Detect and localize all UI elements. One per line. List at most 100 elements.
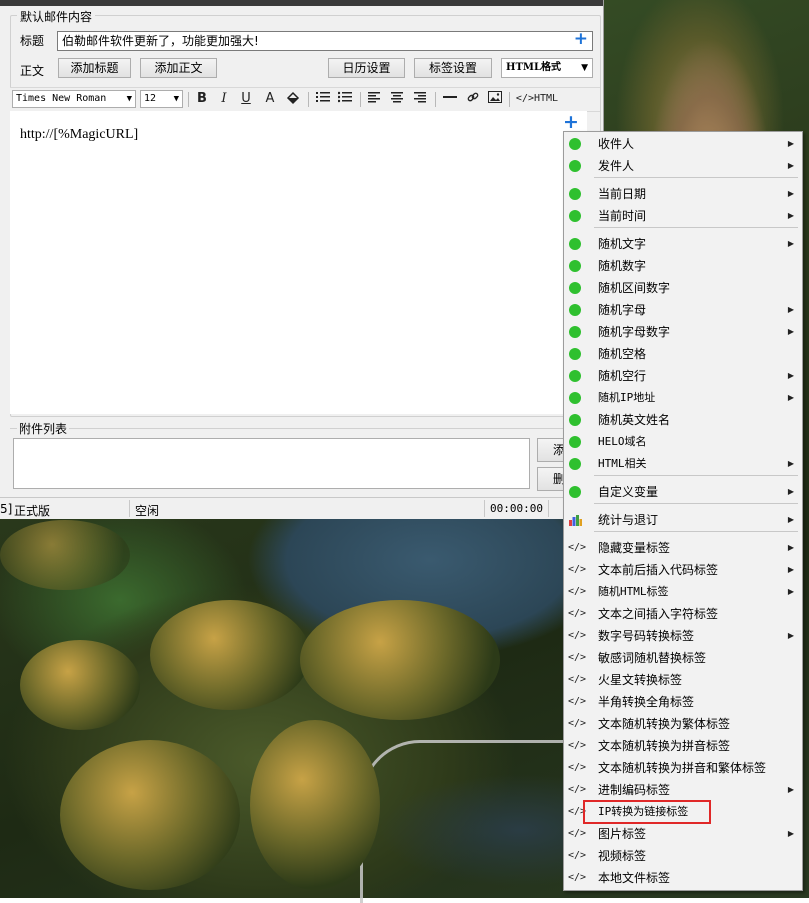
align-right-icon[interactable] [411,91,429,107]
menu-item[interactable]: HELO域名 [564,431,802,453]
menu-item[interactable]: </> 文本前后插入代码标签 ▶ [564,559,802,581]
menu-item[interactable]: 随机IP地址 ▶ [564,387,802,409]
menu-item[interactable]: 随机空行 ▶ [564,365,802,387]
menu-item-label: HELO域名 [598,435,647,448]
tag-settings-button[interactable]: 标签设置 [414,58,492,78]
subject-input[interactable]: 伯勒邮件软件更新了，功能更加强大! + [57,31,593,51]
submenu-arrow-icon: ▶ [787,565,794,574]
menu-item[interactable]: 随机字母 ▶ [564,299,802,321]
attachments-title: 附件列表 [17,420,70,437]
align-center-icon[interactable] [388,91,406,107]
attachments-list[interactable] [13,438,530,489]
status-fragment: 5] [0,502,13,516]
italic-button[interactable]: I [215,91,233,107]
unordered-list-icon[interactable] [336,91,354,107]
menu-item[interactable]: </> 数字号码转换标签 ▶ [564,625,802,647]
menu-item-label: 数字号码转换标签 [598,629,695,643]
calendar-settings-button[interactable]: 日历设置 [328,58,405,78]
menu-item[interactable]: 随机文字 ▶ [564,233,802,255]
body-editor[interactable]: http://[%MagicURL] + [10,111,587,414]
menu-item[interactable]: </> 半角转换全角标签 [564,691,802,713]
menu-item[interactable]: </> 文本随机转换为繁体标签 [564,713,802,735]
add-title-button[interactable]: 添加标题 [58,58,131,78]
menu-item-label: 敏感词随机替换标签 [598,651,707,665]
code-icon: </> [568,850,587,861]
menu-item[interactable]: </> 隐藏变量标签 ▶ [564,537,802,559]
menu-item[interactable]: 随机数字 [564,255,802,277]
status-divider [484,500,485,517]
menu-item[interactable]: 统计与退订 ▶ [564,509,802,531]
subject-label: 标题 [20,34,45,48]
code-icon: </> [568,828,587,839]
underline-button[interactable]: U [237,91,255,107]
menu-item[interactable]: 发件人 ▶ [564,155,802,177]
code-icon: </> [568,718,587,729]
menu-item[interactable]: HTML相关 ▶ [564,453,802,475]
menu-item[interactable]: 随机英文姓名 [564,409,802,431]
editor-toolbar: Times New Roman ▼ 12 ▼ B I U A </>HTML [10,87,600,112]
menu-item-label: 随机字母数字 [598,325,671,339]
menu-item-label: 当前时间 [598,209,647,223]
window-top-strip [0,0,603,6]
menu-item-label: 发件人 [598,159,635,173]
menu-item-label: 随机英文姓名 [598,413,671,427]
subject-add-variable-icon[interactable]: + [574,31,588,48]
menu-item[interactable]: </> 文本之间插入字符标签 [564,603,802,625]
menu-item-label: 随机空行 [598,369,647,383]
menu-item[interactable]: 随机空格 [564,343,802,365]
bold-button[interactable]: B [193,91,211,107]
menu-item[interactable]: </> 进制编码标签 ▶ [564,779,802,801]
format-select-value: HTML格式 [506,62,561,73]
submenu-arrow-icon: ▶ [787,393,794,402]
body-editor-text: http://[%MagicURL] [20,127,139,142]
menu-item[interactable]: 当前日期 ▶ [564,183,802,205]
submenu-arrow-icon: ▶ [787,305,794,314]
font-size-select[interactable]: 12 ▼ [140,90,183,108]
format-select[interactable]: HTML格式 ▼ [501,58,593,78]
menu-separator [594,227,798,228]
green-dot-icon [569,188,581,200]
green-dot-icon [569,210,581,222]
link-icon[interactable] [464,91,482,107]
menu-item-label: 随机数字 [598,259,647,273]
menu-item[interactable]: </> 敏感词随机替换标签 [564,647,802,669]
menu-item[interactable]: </> 文本随机转换为拼音标签 [564,735,802,757]
subject-value: 伯勒邮件软件更新了，功能更加强大! [62,34,259,48]
menu-item[interactable]: </> 随机HTML标签 ▶ [564,581,802,603]
mail-editor-window: 默认邮件内容 标题 伯勒邮件软件更新了，功能更加强大! + 正文 添加标题 添加… [0,0,604,519]
green-dot-icon [569,414,581,426]
fill-color-icon[interactable] [284,91,302,107]
toolbar-divider [188,92,189,107]
green-dot-icon [569,138,581,150]
html-source-toggle[interactable]: </>HTML [513,91,561,107]
menu-item[interactable]: 随机字母数字 ▶ [564,321,802,343]
code-icon: </> [568,586,587,597]
submenu-arrow-icon: ▶ [787,487,794,496]
menu-item-label: 随机HTML标签 [598,585,669,598]
menu-item[interactable]: </> 文本随机转换为拼音和繁体标签 [564,757,802,779]
menu-item[interactable]: </> 图片标签 ▶ [564,823,802,845]
menu-item[interactable]: </> 视频标签 [564,845,802,867]
status-edition: 正式版 [14,504,51,518]
menu-item[interactable]: </> 火星文转换标签 [564,669,802,691]
menu-item[interactable]: 自定义变量 ▶ [564,481,802,503]
green-dot-icon [569,458,581,470]
background-trees [150,600,310,710]
font-family-select[interactable]: Times New Roman ▼ [12,90,136,108]
green-dot-icon [569,392,581,404]
toolbar-divider [435,92,436,107]
menu-item[interactable]: 当前时间 ▶ [564,205,802,227]
menu-item-label: 本地文件标签 [598,871,671,885]
status-divider [129,500,130,517]
menu-item[interactable]: 收件人 ▶ [564,133,802,155]
add-body-button[interactable]: 添加正文 [140,58,217,78]
horizontal-rule-icon[interactable] [441,91,459,107]
menu-item[interactable]: </> 本地文件标签 [564,867,802,889]
insert-variable-plus-icon[interactable]: + [563,111,579,133]
font-color-button[interactable]: A [261,91,279,107]
menu-item[interactable]: 随机区间数字 [564,277,802,299]
image-icon[interactable] [486,91,504,107]
submenu-arrow-icon: ▶ [787,785,794,794]
align-left-icon[interactable] [365,91,383,107]
ordered-list-icon[interactable] [314,91,332,107]
